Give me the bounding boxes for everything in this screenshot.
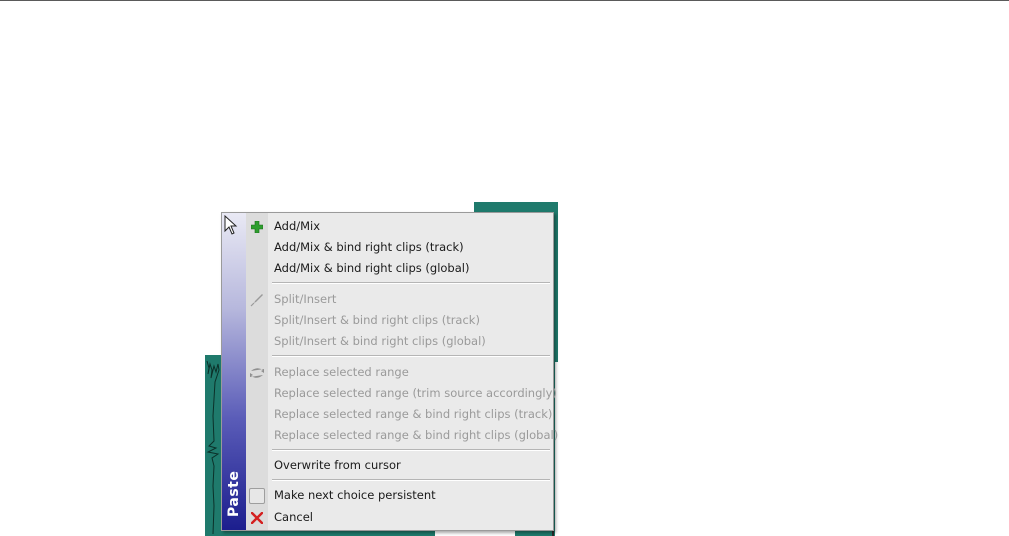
menu-item-label: Make next choice persistent [274,488,436,502]
menu-item-label: Add/Mix & bind right clips (global) [274,261,470,275]
menu-item-label: Split/Insert & bind right clips (global) [274,334,486,348]
menu-item-make-persistent[interactable]: Make next choice persistent [246,485,552,506]
menu-side-banner: Paste [222,213,246,530]
menu-title: Paste [226,470,242,518]
menu-item-label: Split/Insert [274,292,337,306]
menu-item-replace-range[interactable]: Replace selected range [246,362,552,383]
menu-item-add-mix-bind-track[interactable]: Add/Mix & bind right clips (track) [246,237,552,258]
top-border-line [0,0,1009,1]
menu-item-split-insert[interactable]: Split/Insert [246,289,552,310]
menu-separator [272,479,550,481]
menu-separator [272,355,550,357]
menu-item-cancel[interactable]: Cancel [246,507,552,528]
menu-item-add-mix-bind-global[interactable]: Add/Mix & bind right clips (global) [246,258,552,279]
menu-item-overwrite-from-cursor[interactable]: Overwrite from cursor [246,455,552,476]
menu-item-replace-range-bind-global[interactable]: Replace selected range & bind right clip… [246,425,558,446]
menu-item-replace-range-bind-track[interactable]: Replace selected range & bind right clip… [246,404,552,425]
mouse-cursor-icon [224,215,238,235]
menu-item-label: Add/Mix & bind right clips (track) [274,240,464,254]
menu-item-label: Cancel [274,510,313,524]
checkbox-icon[interactable] [246,485,268,506]
menu-item-replace-range-trim[interactable]: Replace selected range (trim source acco… [246,383,557,404]
menu-item-add-mix[interactable]: Add/Mix [246,216,552,237]
close-icon [246,507,268,528]
split-icon [246,289,268,310]
paste-context-menu: Paste Add/Mix Add/Mix & bind right clips… [221,212,558,531]
menu-item-label: Replace selected range (trim source acco… [274,386,557,400]
menu-item-label: Replace selected range & bind right clip… [274,407,553,421]
menu-item-label: Split/Insert & bind right clips (track) [274,313,480,327]
plus-icon [246,216,268,237]
menu-item-split-insert-bind-global[interactable]: Split/Insert & bind right clips (global) [246,331,552,352]
menu-item-label: Replace selected range [274,365,409,379]
menu-item-label: Add/Mix [274,219,321,233]
menu-item-split-insert-bind-track[interactable]: Split/Insert & bind right clips (track) [246,310,552,331]
waveform [206,360,220,535]
menu-item-label: Replace selected range & bind right clip… [274,428,559,442]
replace-icon [246,362,268,383]
menu-separator [272,449,550,451]
menu-separator [272,282,550,284]
menu-item-label: Overwrite from cursor [274,458,401,472]
